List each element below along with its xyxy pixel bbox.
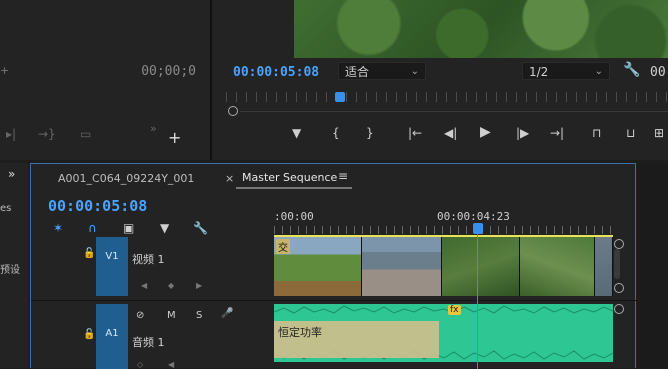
track-name-a1: 音频 1: [132, 336, 165, 349]
lift-icon[interactable]: ⊓: [592, 126, 601, 140]
tab-master-sequence[interactable]: Master Sequence: [242, 171, 337, 184]
lock-icon[interactable]: 🔓: [83, 248, 95, 259]
left-panel-label: es: [0, 203, 12, 214]
mute-button[interactable]: M: [167, 310, 176, 321]
step-back-icon[interactable]: ◀|: [444, 126, 457, 140]
video-clip[interactable]: 交: [274, 237, 362, 296]
linked-selection-icon[interactable]: ▣: [123, 221, 134, 235]
right-panel: [640, 163, 668, 368]
timeline-playhead-line: [477, 234, 478, 369]
video-clip[interactable]: [362, 237, 442, 296]
scroll-handle[interactable]: [614, 239, 624, 249]
fit-select[interactable]: 适合 ⌄: [338, 62, 426, 80]
export-frame-icon[interactable]: ▭: [80, 127, 91, 141]
fx-badge[interactable]: fx: [448, 305, 461, 315]
track-target-a1[interactable]: A1: [96, 304, 128, 369]
mark-in-icon[interactable]: {: [332, 126, 340, 140]
program-ruler[interactable]: [226, 92, 668, 102]
audio-transition[interactable]: 恒定功率: [274, 321, 439, 358]
track-divider[interactable]: [31, 300, 637, 301]
panel-expand-icon[interactable]: »: [8, 167, 15, 181]
go-to-out-icon[interactable]: →|: [550, 126, 564, 140]
chevron-down-icon: ⌄: [594, 66, 603, 77]
more-icon[interactable]: »: [150, 122, 157, 135]
ruler-start-label: :00:00: [274, 210, 314, 223]
resolution-select[interactable]: 1/2 ⌄: [522, 62, 610, 80]
prev-keyframe-icon[interactable]: ◀: [141, 281, 147, 290]
scroll-handle[interactable]: [614, 283, 624, 293]
zoom-handle[interactable]: [228, 106, 238, 116]
scroll-handle[interactable]: [614, 304, 624, 314]
v1-track-clips: 交: [274, 237, 613, 296]
program-timecode-right: 00: [650, 65, 666, 80]
active-tab-indicator: [236, 187, 352, 189]
next-keyframe-icon[interactable]: ▶: [196, 281, 202, 290]
program-monitor: 00:00:05:08 适合 ⌄ 1/2 ⌄ 🔧 00 ▼ { } |← ◀| …: [212, 0, 668, 160]
extract-icon[interactable]: ⊔: [626, 126, 635, 140]
audio-transition-label: 恒定功率: [278, 326, 322, 339]
timeline-playhead[interactable]: [473, 223, 483, 234]
source-timecode[interactable]: 00;00;0: [141, 64, 196, 79]
add-keyframe-icon[interactable]: ◆: [168, 281, 174, 290]
time-ruler[interactable]: :00:00 00:00:04:23: [274, 208, 613, 236]
nest-icon[interactable]: ✶: [53, 221, 63, 235]
track-name-v1: 视频 1: [132, 253, 165, 266]
fit-select-value: 适合: [345, 65, 370, 79]
track-target-v1[interactable]: V1: [96, 237, 128, 296]
snap-icon[interactable]: ∩: [88, 221, 97, 235]
play-out-icon[interactable]: ▸|: [6, 127, 16, 141]
export-frame-icon[interactable]: ⊞: [654, 126, 664, 140]
program-playhead[interactable]: [335, 92, 345, 102]
transition-label[interactable]: 交: [276, 239, 290, 254]
audio-clip[interactable]: 恒定功率 fx: [274, 304, 613, 362]
ruler-ticks: [274, 226, 613, 234]
add-button[interactable]: +: [168, 128, 181, 147]
plus-left-icon: +: [0, 64, 10, 77]
wrench-icon[interactable]: 🔧: [623, 62, 640, 78]
vertical-scrollbar[interactable]: [614, 249, 620, 279]
add-marker-icon[interactable]: ▼: [160, 221, 169, 235]
panel-menu-icon[interactable]: ≡: [338, 169, 348, 183]
voiceover-icon[interactable]: ⊘: [136, 310, 144, 321]
program-timecode[interactable]: 00:00:05:08: [233, 65, 319, 80]
wrench-icon[interactable]: 🔧: [193, 221, 208, 235]
insert-icon[interactable]: →}: [38, 127, 56, 141]
resolution-select-value: 1/2: [529, 65, 549, 79]
go-to-in-icon[interactable]: |←: [408, 126, 422, 140]
ruler-mark-label: 00:00:04:23: [437, 210, 510, 223]
source-monitor: + 00;00;0 ▸| →} ▭ » +: [0, 0, 210, 160]
play-icon[interactable]: ▶: [480, 124, 491, 140]
mark-out-icon[interactable]: }: [366, 126, 374, 140]
lock-icon[interactable]: 🔓: [83, 329, 95, 340]
step-forward-icon[interactable]: |▶: [516, 126, 529, 140]
timeline-panel: A001_C064_09224Y_001 × Master Sequence ≡…: [30, 163, 637, 369]
tab-clip[interactable]: A001_C064_09224Y_001: [58, 172, 194, 185]
microphone-icon[interactable]: 🎤: [221, 308, 233, 319]
program-video-frame: [294, 0, 668, 58]
solo-button[interactable]: S: [196, 310, 202, 321]
video-clip[interactable]: [595, 237, 613, 296]
video-clip[interactable]: [520, 237, 595, 296]
add-marker-icon[interactable]: ▼: [292, 126, 301, 140]
zoom-scrollbar[interactable]: [240, 111, 668, 112]
left-panel: » es 预设: [0, 163, 28, 368]
left-panel-label-2: 预设: [0, 265, 20, 276]
video-clip[interactable]: [442, 237, 520, 296]
chevron-down-icon: ⌄: [410, 66, 419, 77]
close-icon[interactable]: ×: [225, 172, 234, 185]
sequence-timecode[interactable]: 00:00:05:08: [48, 197, 147, 215]
